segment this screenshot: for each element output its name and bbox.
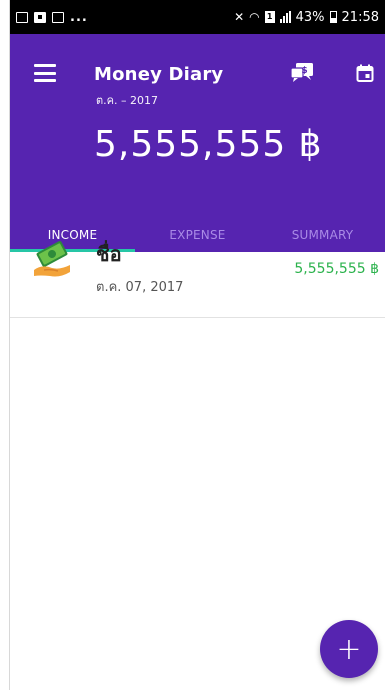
clock: 21:58 (341, 9, 379, 25)
mute-icon: ✕ (234, 10, 245, 24)
entry-list: ชื่อ ต.ค. 07, 2017 5,555,555 ฿ (10, 218, 385, 318)
app-header: Money Diary ต.ค. – 2017 $ 5,555,555 ฿ IN… (10, 34, 385, 252)
battery-icon (329, 11, 337, 23)
period-label: ต.ค. – 2017 (96, 94, 158, 107)
screen-frame-edge (0, 0, 10, 690)
entry-date: ต.ค. 07, 2017 (96, 280, 184, 295)
list-item[interactable]: ชื่อ ต.ค. 07, 2017 5,555,555 ฿ (10, 218, 385, 318)
signal-icon (279, 11, 291, 23)
battery-percent: 43% (295, 9, 325, 25)
entry-amount: 5,555,555 ฿ (294, 261, 379, 277)
sim-icon: 1 (264, 11, 275, 23)
video-notification-icon (34, 11, 46, 23)
menu-icon[interactable] (34, 64, 56, 82)
chat-money-icon[interactable]: $ (290, 62, 314, 84)
notification-icons: ... (16, 10, 88, 25)
add-entry-button[interactable]: + (320, 620, 378, 678)
phone-screen: ... ✕ ◠ 1 43% 21:58 Money Diary ต.ค. – 2… (10, 0, 385, 690)
money-hand-icon (34, 241, 70, 277)
app-title: Money Diary (94, 64, 224, 85)
gallery-notification-icon (16, 11, 28, 23)
wifi-icon: ◠ (249, 10, 260, 24)
calendar-notification-icon (52, 11, 64, 23)
entry-name: ชื่อ (96, 242, 122, 266)
total-amount: 5,555,555 ฿ (94, 124, 323, 165)
system-indicators: ✕ ◠ 1 43% 21:58 (234, 10, 379, 25)
status-bar: ... ✕ ◠ 1 43% 21:58 (10, 0, 385, 34)
more-notifications-text: ... (70, 9, 88, 25)
svg-text:$: $ (301, 66, 307, 76)
calendar-icon[interactable] (356, 64, 374, 82)
